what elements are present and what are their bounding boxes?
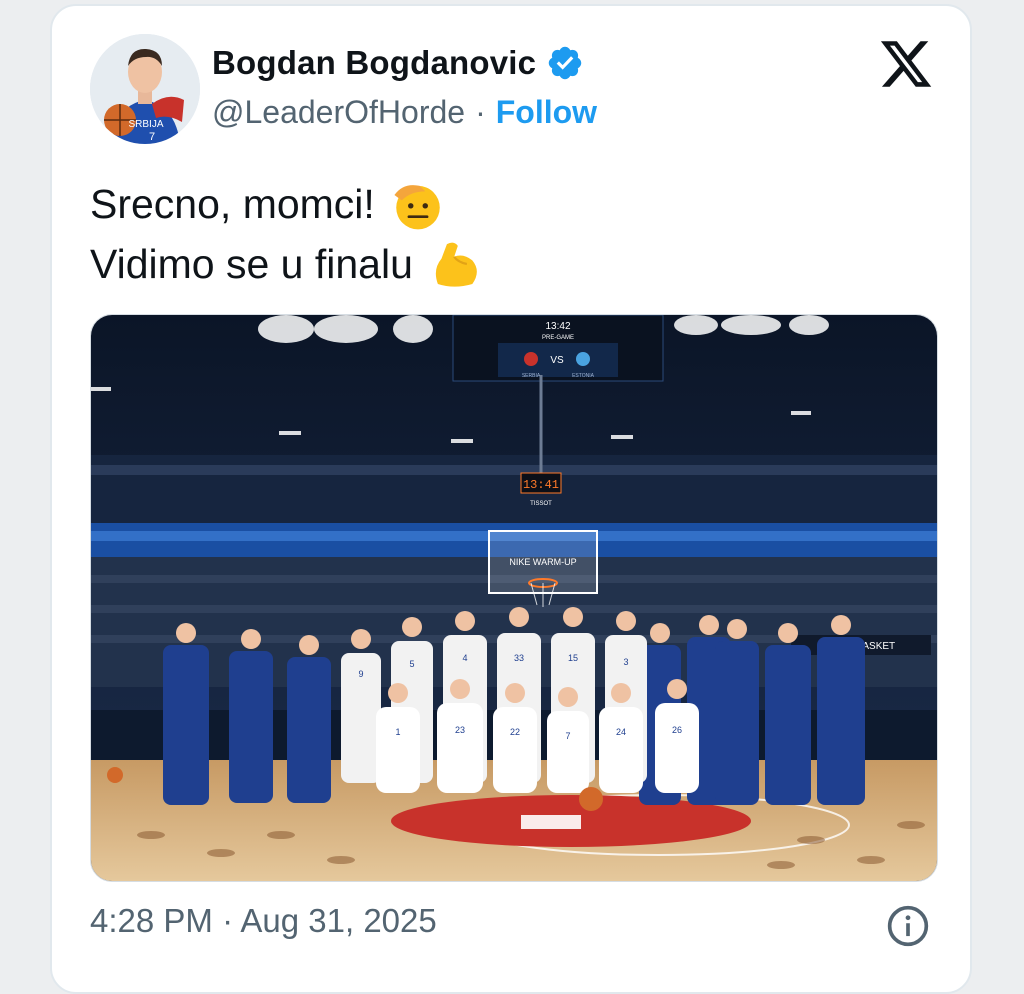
verified-badge-icon — [549, 46, 582, 80]
tweet-card: SRBIJA 7 Bogdan Bogdanovic @LeaderOfHord… — [50, 4, 972, 994]
scoreboard-status: PRE-GAME — [542, 335, 574, 341]
author-display-name[interactable]: Bogdan Bogdanovic — [212, 44, 536, 82]
avatar-jersey-number: 7 — [149, 131, 155, 143]
author-handle-row: @LeaderOfHorde · Follow — [212, 94, 597, 131]
tweet-line-2: Vidimo se u finalu — [90, 234, 485, 294]
tweet-line-1: Srecno, momci! — [90, 174, 485, 234]
team-left: SERBIA — [522, 373, 541, 379]
info-icon[interactable] — [886, 904, 930, 948]
player-number: 3 — [623, 657, 628, 667]
author-name-row: Bogdan Bogdanovic — [212, 44, 584, 82]
player-number: 33 — [514, 653, 524, 663]
kneeling-player-number: 1 — [395, 727, 400, 737]
kneeling-player-number: 22 — [510, 727, 520, 737]
kneeling-player-number: 26 — [672, 725, 682, 735]
tweet-media-photo[interactable]: 13:42 PRE-GAME VS SERBIA ESTONIA 13:41 T… — [90, 314, 938, 882]
scoreboard-vs: VS — [550, 355, 564, 366]
separator-dot: · — [475, 94, 486, 130]
backboard-text: NIKE WARM-UP — [509, 557, 576, 567]
scoreboard-time: 13:42 — [545, 321, 570, 332]
saluting-face-emoji-icon — [394, 185, 440, 230]
kneeling-player-number: 24 — [616, 727, 626, 737]
player-number: 5 — [409, 659, 414, 669]
team-right: ESTONIA — [572, 373, 595, 379]
kneeling-player-number: 7 — [565, 731, 570, 741]
player-number: 9 — [358, 669, 363, 679]
avatar-image: SRBIJA 7 — [90, 34, 200, 144]
team-photo: 13:42 PRE-GAME VS SERBIA ESTONIA 13:41 T… — [91, 315, 937, 881]
follow-button[interactable]: Follow — [496, 94, 597, 131]
sponsor-text: TISSOT — [530, 501, 552, 507]
tweet-timestamp[interactable]: 4:28 PM · Aug 31, 2025 — [90, 902, 437, 940]
kneeling-player-number: 23 — [455, 725, 465, 735]
basketball — [579, 787, 603, 811]
flexed-biceps-emoji-icon — [435, 242, 477, 287]
tweet-line-1-text: Srecno, momci! — [90, 181, 375, 227]
author-handle[interactable]: @LeaderOfHorde — [212, 94, 465, 131]
player-number: 4 — [462, 653, 467, 663]
player-number: 15 — [568, 653, 578, 663]
tweet-text: Srecno, momci! Vidimo se u finalu — [90, 174, 485, 294]
avatar-jersey-text: SRBIJA — [128, 119, 163, 130]
shot-clock-text: 13:41 — [523, 478, 559, 492]
x-logo-icon[interactable] — [878, 36, 934, 92]
tweet-line-2-text: Vidimo se u finalu — [90, 241, 413, 287]
author-avatar[interactable]: SRBIJA 7 — [90, 34, 200, 144]
